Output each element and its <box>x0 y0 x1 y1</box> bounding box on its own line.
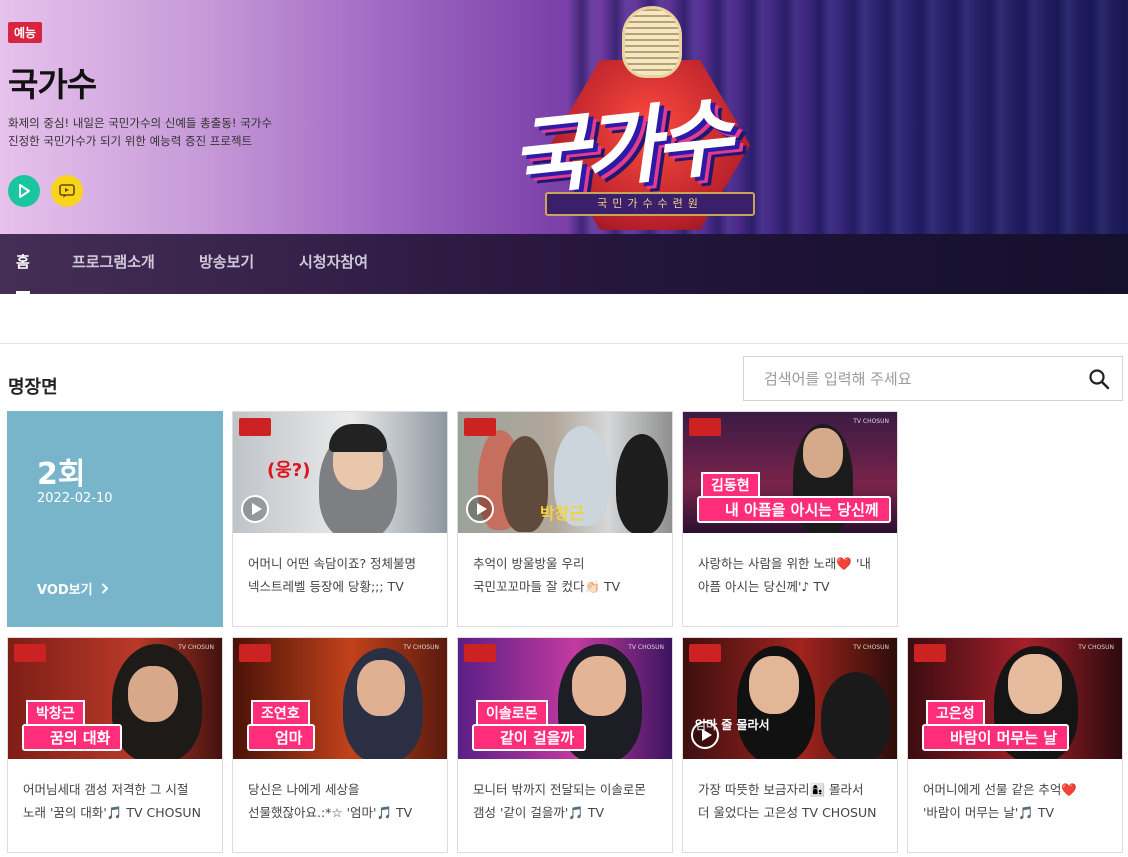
genre-badge: 예능 <box>8 22 43 43</box>
program-title: 국가수 <box>8 65 97 104</box>
vod-link[interactable]: VOD보기 <box>37 579 109 598</box>
clip-caption: 당신은 나에게 세상을 선물했잖아요.:*☆ '엄마'🎵 TV <box>248 778 438 824</box>
play-icon[interactable] <box>241 495 269 523</box>
program-description: 화제의 중심! 내일은 국민가수의 신예들 총출동! 국가수 진정한 국민가수가… <box>8 114 308 150</box>
clip-thumbnail: 엄마 줄 몰라서 TV CHOSUN <box>683 638 897 759</box>
caption-line-2: '바람이 머무는 날'🎵 TV <box>923 805 1055 820</box>
clip-thumbnail: 박창근 꿈의 대화 TV CHOSUN <box>8 638 222 759</box>
nav-item-home[interactable]: 홈 <box>16 234 30 294</box>
caption-line-2: 갬성 '같이 걸을까'🎵 TV <box>473 805 605 820</box>
tv-chosun-logo: TV CHOSUN <box>403 644 439 651</box>
clip-caption: 추억이 방울방울 우리 국민꼬꼬마들 잘 컸다👏🏻 TV <box>473 552 663 598</box>
caption-line-1: 어머님세대 갬성 저격한 그 시절 <box>23 782 189 797</box>
description-line-1: 화제의 중심! 내일은 국민가수의 신예들 총출동! 국가수 <box>8 116 272 130</box>
clip-card[interactable]: 박창근 꿈의 대화 TV CHOSUN 어머님세대 갬성 저격한 그 시절 노래… <box>7 637 223 853</box>
caption-line-1: 추억이 방울방울 우리 <box>473 556 585 571</box>
tv-chosun-logo: TV CHOSUN <box>853 418 889 425</box>
nav-item-program-intro[interactable]: 프로그램소개 <box>72 234 155 294</box>
episode-card[interactable]: 2회 2022-02-10 VOD보기 <box>7 411 223 627</box>
program-logo: 국가수 국민가수수련원 <box>500 6 800 242</box>
microphone-icon <box>622 6 682 78</box>
song-title-tag: 엄마 <box>247 724 315 751</box>
caption-line-1: 사랑하는 사람을 위한 노래❤️ '내 <box>698 556 871 571</box>
search-input[interactable] <box>744 357 1074 400</box>
singer-name-tag: 김동현 <box>701 472 760 498</box>
caption-line-2: 노래 '꿈의 대화'🎵 TV CHOSUN <box>23 805 201 820</box>
program-mini-logo <box>689 418 721 436</box>
caption-line-2: 국민꼬꼬마들 잘 컸다👏🏻 TV <box>473 579 621 594</box>
program-mini-logo <box>464 418 496 436</box>
clip-overlay-text: 박창근 <box>540 504 585 523</box>
tv-chosun-logo: TV CHOSUN <box>628 644 664 651</box>
caption-line-1: 어머니 어떤 속담이죠? 정체불명 <box>248 556 417 571</box>
program-mini-logo <box>239 644 271 662</box>
tv-chosun-logo: TV CHOSUN <box>1078 644 1114 651</box>
caption-line-1: 당신은 나에게 세상을 <box>248 782 360 797</box>
clip-overlay-text: (웅?) <box>267 460 311 481</box>
clip-thumbnail: 고은성 바람이 머무는 날 TV CHOSUN <box>908 638 1122 759</box>
song-title-tag: 같이 걸을까 <box>472 724 587 751</box>
program-mini-logo <box>464 644 496 662</box>
clip-caption: 가장 따뜻한 보금자리👩‍👦 몰라서 더 울었다는 고은성 TV CHOSUN <box>698 778 888 824</box>
clip-card[interactable]: 김동현 내 아픔을 아시는 당신께 TV CHOSUN 사랑하는 사람을 위한 … <box>682 411 898 627</box>
song-title-tag: 꿈의 대화 <box>22 724 123 751</box>
caption-line-1: 모니터 밖까지 전달되는 이솔로몬 <box>473 782 646 797</box>
caption-line-2: 더 울었다는 고은성 TV CHOSUN <box>698 805 877 820</box>
nav-item-viewer[interactable]: 시청자참여 <box>299 234 368 294</box>
episode-date: 2022-02-10 <box>37 491 113 506</box>
singer-name-tag: 고은성 <box>926 700 985 726</box>
clip-thumbnail: (웅?) <box>233 412 447 533</box>
search-icon[interactable] <box>1088 368 1110 390</box>
section-divider <box>0 343 1128 344</box>
clip-thumbnail: 박창근 <box>458 412 672 533</box>
program-mini-logo <box>239 418 271 436</box>
clip-caption: 어머님세대 갬성 저격한 그 시절 노래 '꿈의 대화'🎵 TV CHOSUN <box>23 778 213 824</box>
logo-band: 국민가수수련원 <box>545 192 755 216</box>
program-mini-logo <box>14 644 46 662</box>
clip-caption: 사랑하는 사람을 위한 노래❤️ '내 아픔 아시는 당신께'♪ TV <box>698 552 888 598</box>
clip-caption: 어머니에게 선물 같은 추억❤️ '바람이 머무는 날'🎵 TV <box>923 778 1113 824</box>
episode-number: 2회 <box>37 457 86 492</box>
caption-line-2: 아픔 아시는 당신께'♪ TV <box>698 579 830 594</box>
clip-thumbnail: 조연호 엄마 TV CHOSUN <box>233 638 447 759</box>
clip-caption: 어머니 어떤 속담이죠? 정체불명 넥스트레벨 등장에 당황;;; TV <box>248 552 438 598</box>
caption-line-1: 어머니에게 선물 같은 추억❤️ <box>923 782 1077 797</box>
play-icon[interactable] <box>691 721 719 749</box>
clip-card[interactable]: (웅?) 어머니 어떤 속담이죠? 정체불명 넥스트레벨 등장에 당황;;; T… <box>232 411 448 627</box>
clip-thumbnail: 이솔로몬 같이 걸을까 TV CHOSUN <box>458 638 672 759</box>
caption-line-2: 선물했잖아요.:*☆ '엄마'🎵 TV <box>248 805 413 820</box>
singer-name-tag: 이솔로몬 <box>476 700 548 726</box>
tv-chosun-logo: TV CHOSUN <box>178 644 214 651</box>
clip-card[interactable]: 이솔로몬 같이 걸을까 TV CHOSUN 모니터 밖까지 전달되는 이솔로몬 … <box>457 637 673 853</box>
play-store-icon[interactable] <box>8 175 40 207</box>
search-box <box>743 356 1123 401</box>
program-mini-logo <box>689 644 721 662</box>
nav-item-watch[interactable]: 방송보기 <box>199 234 254 294</box>
program-mini-logo <box>914 644 946 662</box>
song-title-tag: 내 아픔을 아시는 당신께 <box>697 496 891 523</box>
tv-talk-icon[interactable] <box>51 175 83 207</box>
clip-caption: 모니터 밖까지 전달되는 이솔로몬 갬성 '같이 걸을까'🎵 TV <box>473 778 663 824</box>
caption-line-1: 가장 따뜻한 보금자리👩‍👦 몰라서 <box>698 782 864 797</box>
caption-line-2: 넥스트레벨 등장에 당황;;; TV <box>248 579 404 594</box>
vod-label: VOD보기 <box>37 583 93 598</box>
song-title-tag: 바람이 머무는 날 <box>922 724 1070 751</box>
clip-card[interactable]: 조연호 엄마 TV CHOSUN 당신은 나에게 세상을 선물했잖아요.:*☆ … <box>232 637 448 853</box>
description-line-2: 진정한 국민가수가 되기 위한 예능력 증진 프로젝트 <box>8 134 253 148</box>
singer-name-tag: 조연호 <box>251 700 310 726</box>
program-nav: 홈 프로그램소개 방송보기 시청자참여 <box>0 234 1128 294</box>
program-hero: 예능 국가수 화제의 중심! 내일은 국민가수의 신예들 총출동! 국가수 진정… <box>0 0 1128 294</box>
section-title: 명장면 <box>8 377 58 398</box>
clip-thumbnail: 김동현 내 아픔을 아시는 당신께 TV CHOSUN <box>683 412 897 533</box>
clip-card[interactable]: 박창근 추억이 방울방울 우리 국민꼬꼬마들 잘 컸다👏🏻 TV <box>457 411 673 627</box>
play-icon[interactable] <box>466 495 494 523</box>
chevron-right-icon <box>101 583 109 598</box>
tv-chosun-logo: TV CHOSUN <box>853 644 889 651</box>
singer-name-tag: 박창근 <box>26 700 85 726</box>
clip-card[interactable]: 엄마 줄 몰라서 TV CHOSUN 가장 따뜻한 보금자리👩‍👦 몰라서 더 … <box>682 637 898 853</box>
clip-card[interactable]: 고은성 바람이 머무는 날 TV CHOSUN 어머니에게 선물 같은 추억❤️… <box>907 637 1123 853</box>
